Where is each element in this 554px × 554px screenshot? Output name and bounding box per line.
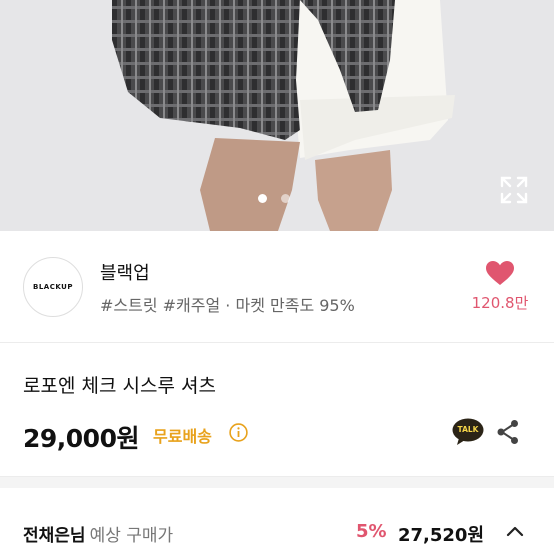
like-count: 120.8만 (471, 294, 529, 312)
share-icon[interactable] (496, 419, 520, 445)
talk-button[interactable]: TALK (452, 418, 484, 446)
product-title: 로포엔 체크 시스루 셔츠 (23, 375, 216, 397)
like-button[interactable]: 120.8만 (468, 261, 532, 313)
expected-price-caption: 예상 구매가 (89, 526, 174, 546)
chevron-up-icon[interactable] (505, 523, 525, 539)
section-divider (0, 476, 554, 488)
heart-icon (486, 261, 514, 285)
product-image[interactable] (0, 0, 554, 231)
free-shipping-badge: 무료배송 (153, 427, 212, 446)
expected-price: 27,520원 (398, 525, 485, 546)
carousel-indicator (258, 194, 290, 203)
talk-label: TALK (457, 425, 479, 434)
discount-rate: 5% (356, 521, 387, 542)
expected-price-label: 전채은님 예상 구매가 (23, 521, 173, 546)
info-icon[interactable] (229, 423, 248, 442)
shop-logo-text: BLACKUP (33, 283, 73, 291)
shop-name[interactable]: 블랙업 (100, 259, 150, 285)
product-price: 29,000원 (23, 424, 139, 453)
shop-logo[interactable]: BLACKUP (23, 257, 83, 317)
carousel-dot[interactable] (258, 194, 267, 203)
shop-meta: #스트릿 #캐주얼 · 마켓 만족도 95% (100, 296, 355, 315)
expected-price-row[interactable]: 전채은님 예상 구매가 5% 27,520원 (0, 488, 554, 554)
expand-icon[interactable] (498, 174, 530, 206)
shop-info-row[interactable]: BLACKUP 블랙업 #스트릿 #캐주얼 · 마켓 만족도 95% 120.8… (0, 231, 554, 343)
carousel-dot[interactable] (281, 194, 290, 203)
buyer-name: 전채은님 (23, 526, 86, 546)
